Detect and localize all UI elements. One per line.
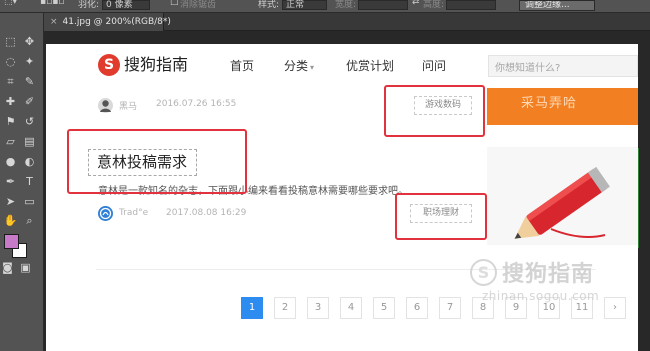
pagination-page[interactable]: 6 <box>406 297 428 319</box>
healing-brush-icon[interactable]: ✚ <box>3 94 18 109</box>
gradient-tool-icon[interactable]: ▤ <box>22 134 37 149</box>
quick-mask-icon[interactable]: ◙ <box>0 260 15 275</box>
screen-mode-icon[interactable]: ▣ <box>18 260 33 275</box>
options-bar: ⬚▾ ▪▫▪▫ 羽化: 0 像素 □ 消除锯齿 样式: 正常 宽度: ⇄ 高度:… <box>0 0 650 13</box>
annotation-box <box>395 193 487 240</box>
hand-tool-icon[interactable]: ✋ <box>3 213 18 228</box>
nav-featured[interactable]: 优赏计划 <box>346 58 394 74</box>
thumbnail-text: 采马弄哈 <box>521 96 578 111</box>
refine-edge-button[interactable]: 调整边缘... <box>519 0 595 11</box>
avatar[interactable] <box>98 206 113 221</box>
chevron-down-icon: ▾ <box>310 63 315 72</box>
article-thumbnail[interactable] <box>487 147 638 245</box>
magic-wand-icon[interactable]: ✦ <box>22 54 37 69</box>
pagination-page[interactable]: 5 <box>373 297 395 319</box>
pagination-page[interactable]: 2 <box>274 297 296 319</box>
pagination-page[interactable]: 4 <box>340 297 362 319</box>
style-select[interactable]: 正常 <box>282 0 327 10</box>
swap-icon[interactable]: ⇄ <box>412 0 420 7</box>
document-tab[interactable]: × 41.jpg @ 200%(RGB/8*) <box>44 13 171 31</box>
eraser-tool-icon[interactable]: ▱ <box>3 134 18 149</box>
zoom-tool-icon[interactable]: ⌕ <box>22 213 37 228</box>
shape-tool-icon[interactable]: ▭ <box>22 194 37 209</box>
annotation-box <box>384 85 485 137</box>
type-tool-icon[interactable]: T <box>22 174 37 189</box>
brush-tool-icon[interactable]: ✐ <box>22 94 37 109</box>
history-brush-icon[interactable]: ↺ <box>22 114 37 129</box>
pencil-illustration <box>514 166 610 239</box>
width-input[interactable] <box>358 0 408 10</box>
marquee-tool-icon[interactable]: ⬚ <box>3 34 18 49</box>
height-label: 高度: <box>423 0 445 10</box>
antialias-label: 消除锯齿 <box>180 0 217 10</box>
blur-tool-icon[interactable]: ● <box>3 154 18 169</box>
nav-category-label: 分类 <box>284 59 309 73</box>
height-input[interactable] <box>446 0 496 10</box>
site-header: S 搜狗指南 首页 分类 ▾ 优赏计划 问问 你想知道什么? <box>46 44 638 86</box>
search-placeholder: 你想知道什么? <box>495 63 561 74</box>
marquee-options-icon[interactable]: ⬚▾ <box>4 0 17 7</box>
lasso-tool-icon[interactable]: ◌ <box>3 54 18 69</box>
antialias-checkbox[interactable]: □ <box>170 0 179 7</box>
feather-input[interactable]: 0 像素 <box>102 0 150 10</box>
watermark-text: 搜狗指南 <box>502 262 595 287</box>
selection-mode-icons[interactable]: ▪▫▪▫ <box>40 0 64 7</box>
article-author[interactable]: 黑马 <box>119 99 137 112</box>
nav-home[interactable]: 首页 <box>230 58 254 74</box>
pagination-page[interactable]: 3 <box>307 297 329 319</box>
article-date: 2016.07.26 16:55 <box>156 99 237 109</box>
path-select-icon[interactable]: ➤ <box>3 194 18 209</box>
pen-tool-icon[interactable]: ✒ <box>3 174 18 189</box>
dodge-tool-icon[interactable]: ◐ <box>22 154 37 169</box>
logo-text: 搜狗指南 <box>124 55 189 74</box>
clone-stamp-icon[interactable]: ⚑ <box>3 114 18 129</box>
watermark-logo-icon: S <box>470 259 497 286</box>
article-thumbnail[interactable]: 采马弄哈 <box>487 88 638 125</box>
search-input[interactable]: 你想知道什么? <box>488 55 638 77</box>
style-label: 样式: <box>258 0 280 10</box>
pagination-page[interactable]: 1 <box>241 297 263 319</box>
move-tool-icon[interactable]: ✥ <box>22 34 37 49</box>
feather-label: 羽化: <box>78 0 100 10</box>
toolbox: ⬚ ✥ ◌ ✦ ⌗ ✎ ✚ ✐ ⚑ ↺ ▱ ▤ ● ◐ ✒ T ➤ ▭ ✋ ⌕ … <box>0 13 44 351</box>
nav-category[interactable]: 分类 ▾ <box>284 58 314 76</box>
eyedropper-tool-icon[interactable]: ✎ <box>22 74 37 89</box>
annotation-box <box>67 129 247 194</box>
pagination-page[interactable]: 7 <box>439 297 461 319</box>
close-tab-icon[interactable]: × <box>50 17 58 27</box>
document-tabbar: × 41.jpg @ 200%(RGB/8*) <box>44 13 650 31</box>
foreground-color-swatch[interactable] <box>4 234 19 249</box>
width-label: 宽度: <box>335 0 357 10</box>
crop-tool-icon[interactable]: ⌗ <box>3 74 18 89</box>
document-tab-title: 41.jpg @ 200%(RGB/8*) <box>62 17 171 27</box>
article-date: 2017.08.08 16:29 <box>166 208 247 218</box>
watermark: S 搜狗指南 zhinan.sogou.com <box>470 256 650 316</box>
avatar[interactable] <box>98 98 113 113</box>
site-logo[interactable]: S 搜狗指南 <box>98 54 190 76</box>
watermark-url: zhinan.sogou.com <box>482 289 600 303</box>
nav-qa[interactable]: 问问 <box>422 58 446 74</box>
sogou-logo-icon: S <box>98 54 120 76</box>
article-author[interactable]: Trad°e <box>119 208 148 218</box>
